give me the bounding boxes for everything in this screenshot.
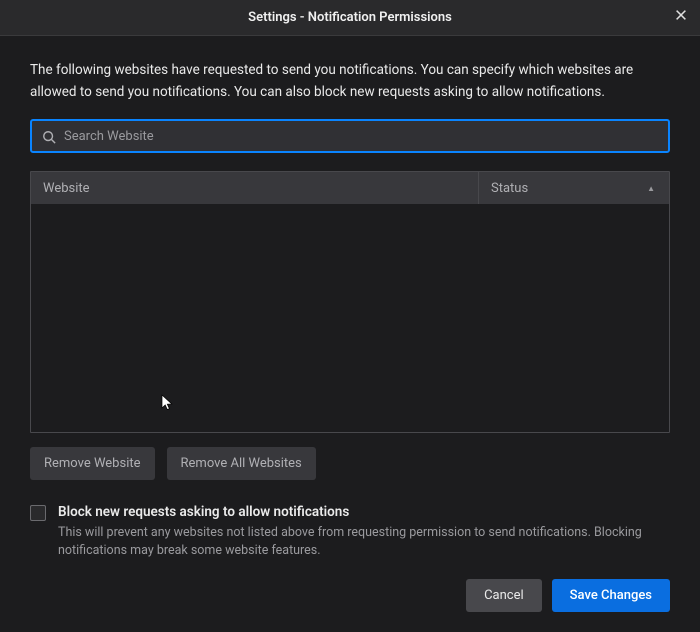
cancel-button[interactable]: Cancel [466, 579, 542, 612]
column-header-status-label: Status [491, 181, 528, 196]
block-requests-checkbox[interactable] [30, 505, 46, 521]
column-header-website-label: Website [43, 181, 90, 196]
block-requests-label: Block new requests asking to allow notif… [58, 504, 670, 520]
dialog-content: The following websites have requested to… [0, 36, 700, 632]
column-header-website[interactable]: Website [31, 172, 479, 204]
remove-buttons-row: Remove Website Remove All Websites [30, 447, 670, 480]
save-changes-button[interactable]: Save Changes [552, 579, 670, 612]
block-requests-text: Block new requests asking to allow notif… [58, 504, 670, 559]
sort-ascending-icon: ▲ [647, 184, 655, 193]
column-header-status[interactable]: Status ▲ [479, 181, 669, 196]
table-body [31, 204, 669, 432]
table-header: Website Status ▲ [31, 172, 669, 204]
search-icon [42, 129, 56, 143]
description-text: The following websites have requested to… [30, 60, 670, 103]
dialog-title: Settings - Notification Permissions [248, 10, 452, 25]
dialog-footer-buttons: Cancel Save Changes [30, 579, 670, 612]
close-icon[interactable] [672, 8, 690, 26]
mouse-cursor-icon [161, 394, 175, 412]
websites-table: Website Status ▲ [30, 171, 670, 433]
search-field-wrap[interactable] [30, 119, 670, 153]
search-input[interactable] [64, 129, 658, 144]
remove-website-button[interactable]: Remove Website [30, 447, 155, 480]
remove-all-websites-button[interactable]: Remove All Websites [167, 447, 316, 480]
block-requests-option: Block new requests asking to allow notif… [30, 504, 670, 559]
block-requests-description: This will prevent any websites not liste… [58, 524, 670, 559]
titlebar: Settings - Notification Permissions [0, 0, 700, 36]
